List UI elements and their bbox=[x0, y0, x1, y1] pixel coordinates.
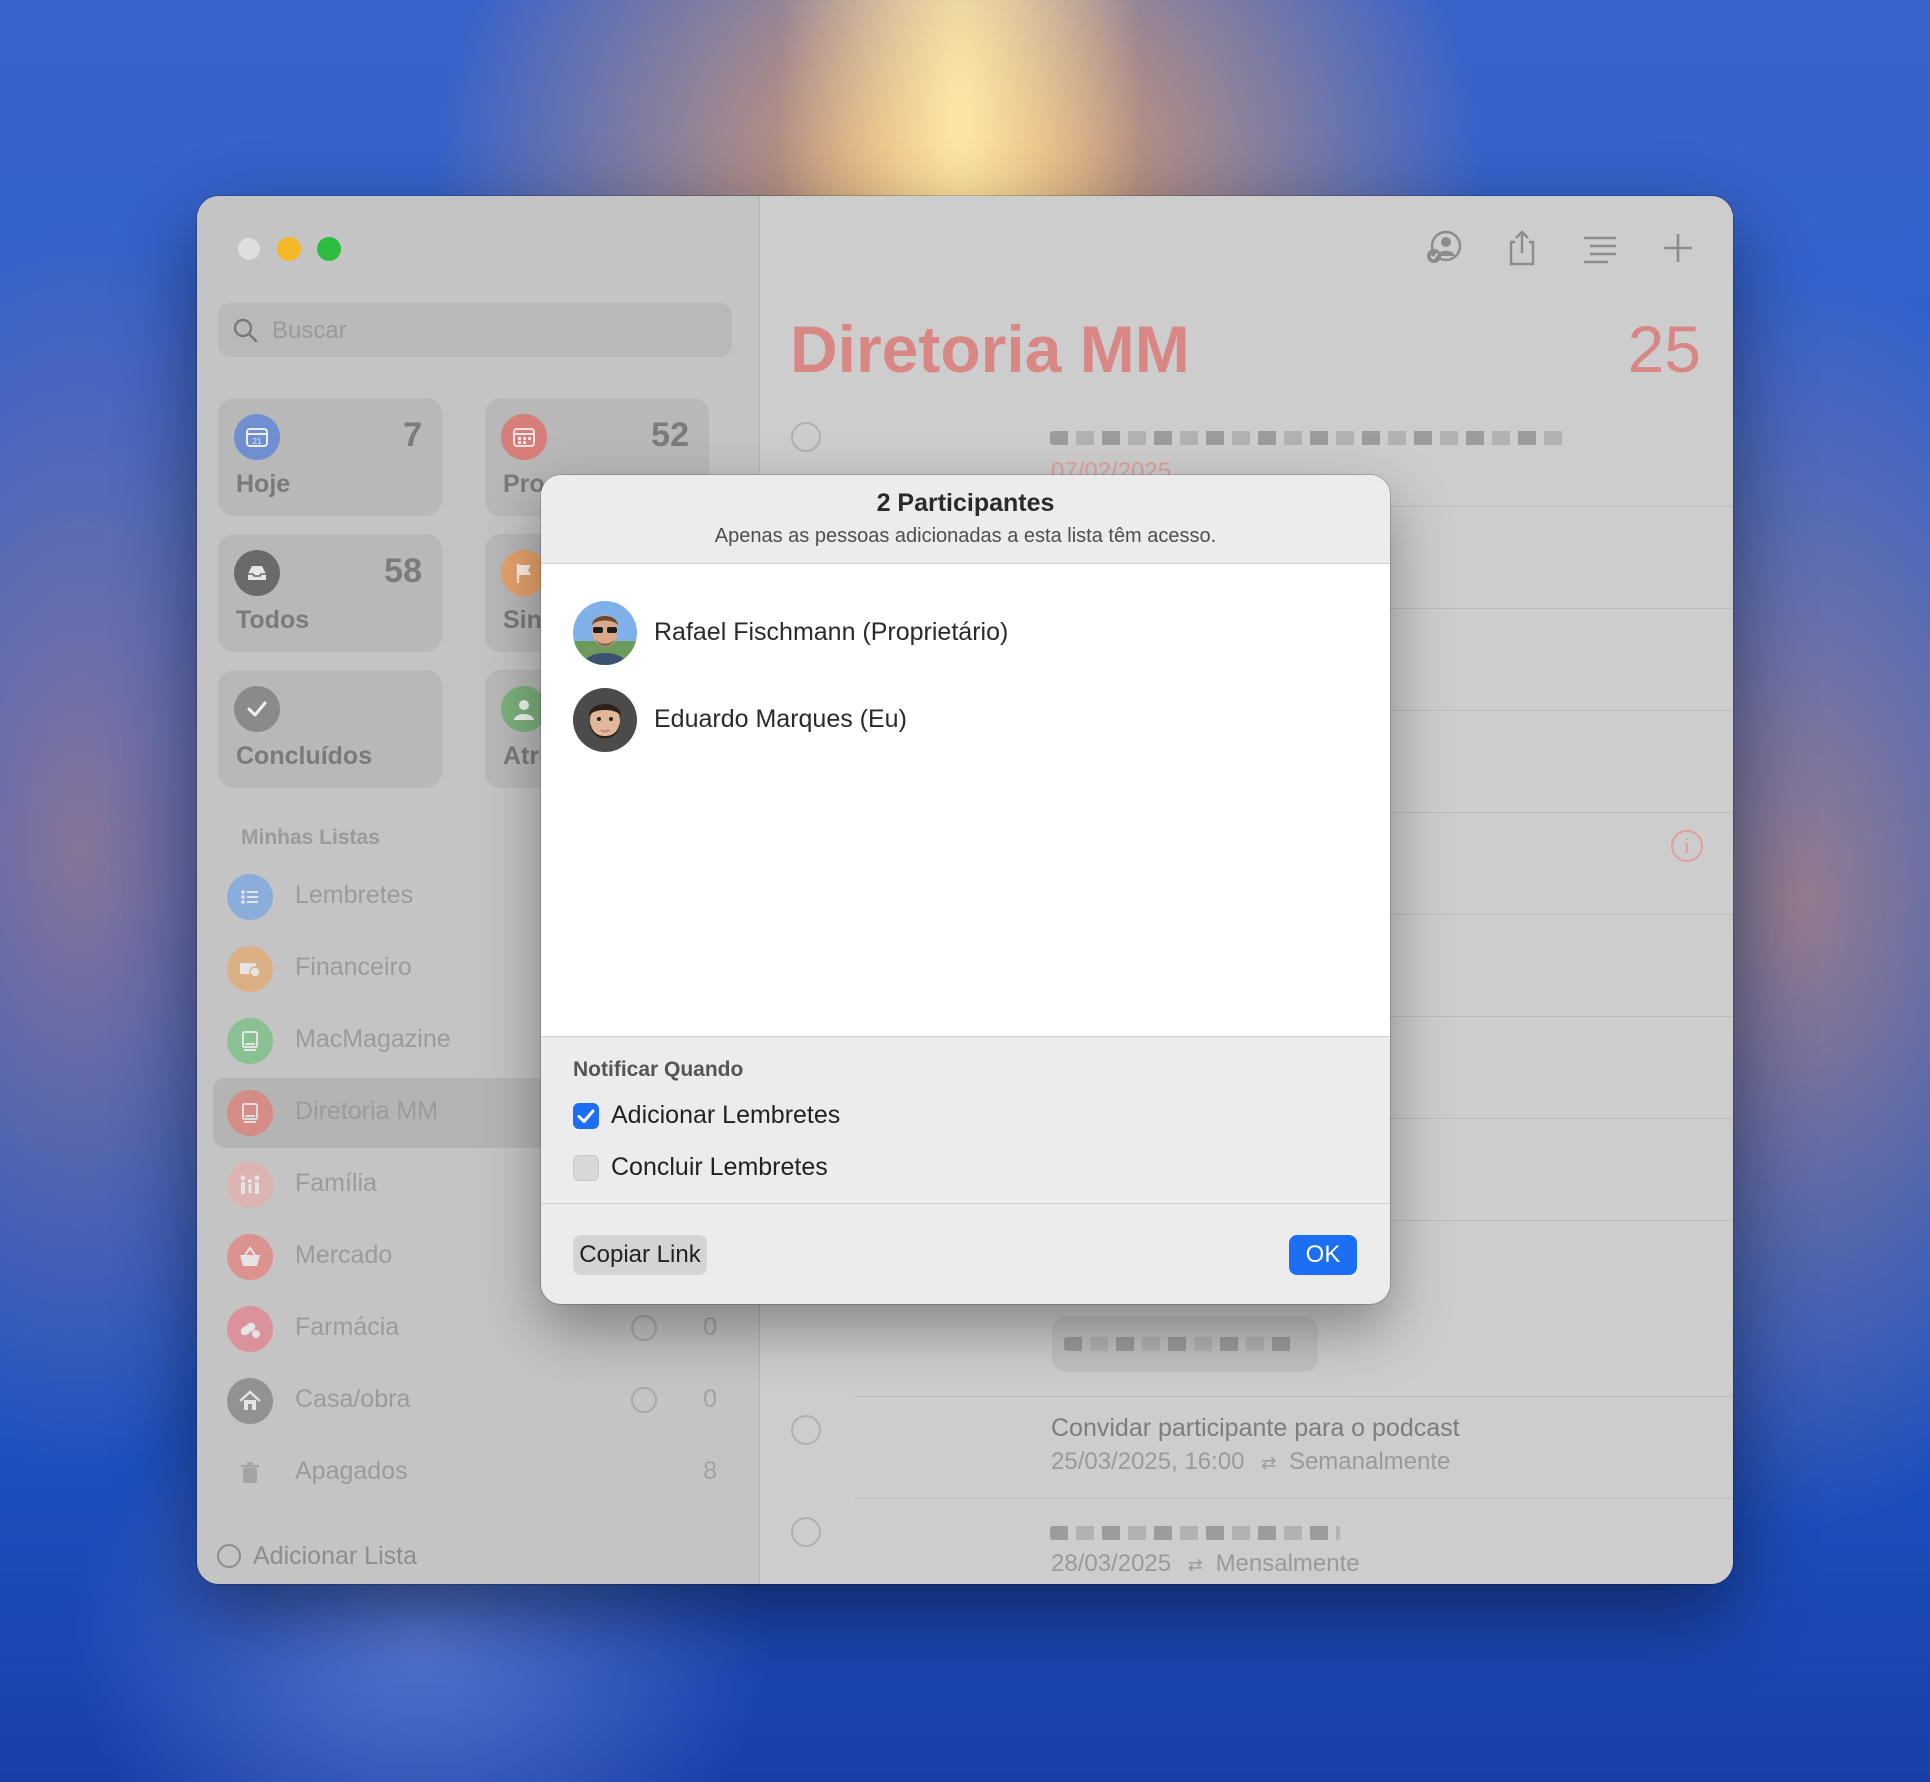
family-icon bbox=[227, 1162, 273, 1208]
view-options-icon[interactable] bbox=[1578, 226, 1622, 270]
list-count: 25 bbox=[1627, 312, 1701, 386]
list-label: Mercado bbox=[295, 1241, 393, 1269]
smart-list-all[interactable]: 58 Todos bbox=[218, 534, 442, 652]
repeat-icon: ⇄ bbox=[1187, 1555, 1203, 1575]
scheduled-label: Pro bbox=[503, 470, 545, 498]
plus-circle-icon bbox=[217, 1544, 241, 1568]
task-subtitle: 28/03/2025 ⇄ Mensalmente bbox=[1051, 1550, 1360, 1578]
smart-list-today[interactable]: 21 7 Hoje bbox=[218, 398, 442, 516]
scheduled-count: 52 bbox=[651, 416, 689, 454]
participant-row[interactable]: Eduardo Marques (Eu) bbox=[573, 688, 1353, 754]
my-lists-section-title: Minhas Listas bbox=[241, 826, 380, 849]
shared-person-icon bbox=[631, 1387, 657, 1413]
row-divider bbox=[855, 1396, 1733, 1397]
add-list-button[interactable]: Adicionar Lista bbox=[217, 1542, 417, 1571]
today-count: 7 bbox=[403, 416, 422, 454]
ok-button[interactable]: OK bbox=[1289, 1235, 1357, 1275]
calendar-icon: 21 bbox=[234, 414, 280, 460]
assigned-label: Atr bbox=[503, 742, 540, 770]
shared-person-icon bbox=[631, 1315, 657, 1341]
flagged-label: Sin bbox=[503, 606, 542, 634]
checkbox-label: Adicionar Lembretes bbox=[611, 1101, 841, 1129]
dialog-title: 2 Participantes bbox=[876, 489, 1055, 517]
participant-row[interactable]: Rafael Fischmann (Proprietário) bbox=[573, 601, 1353, 667]
house-icon bbox=[227, 1378, 273, 1424]
checkmark-icon bbox=[577, 1109, 595, 1123]
sidebar-item-farmacia[interactable]: Farmácia 0 bbox=[213, 1294, 743, 1364]
completed-label: Concluídos bbox=[236, 742, 373, 770]
pills-icon bbox=[227, 1306, 273, 1352]
list-title: Diretoria MM bbox=[790, 312, 1190, 386]
dialog-divider bbox=[541, 1203, 1390, 1204]
list-label: Casa/obra bbox=[295, 1385, 411, 1413]
sidebar-item-apagados[interactable]: Apagados 8 bbox=[213, 1438, 743, 1508]
trash-icon bbox=[227, 1450, 273, 1496]
task-date: 25/03/2025, 16:00 bbox=[1051, 1448, 1245, 1475]
dialog-header: 2 Participantes Apenas as pessoas adicio… bbox=[541, 475, 1390, 564]
search-field[interactable]: Buscar bbox=[218, 303, 732, 357]
row-divider bbox=[855, 1498, 1733, 1499]
task-date: 28/03/2025 bbox=[1051, 1550, 1172, 1577]
desktop-computer-icon bbox=[227, 1090, 273, 1136]
checkbox-unchecked[interactable] bbox=[573, 1155, 599, 1181]
avatar bbox=[573, 688, 637, 752]
tag-chip-redacted bbox=[1052, 1316, 1318, 1372]
today-label: Hoje bbox=[236, 470, 291, 498]
all-count: 58 bbox=[384, 552, 422, 590]
money-icon bbox=[227, 946, 273, 992]
checkbox-label: Concluir Lembretes bbox=[611, 1153, 828, 1181]
task-title-redacted bbox=[1050, 431, 1570, 445]
repeat-icon: ⇄ bbox=[1261, 1453, 1277, 1473]
dialog-subtitle: Apenas as pessoas adicionadas a esta lis… bbox=[714, 525, 1217, 547]
window-close-button[interactable] bbox=[237, 237, 261, 261]
info-icon[interactable]: i bbox=[1671, 830, 1703, 862]
task-repeat: Mensalmente bbox=[1215, 1550, 1360, 1577]
checkbox-checked[interactable] bbox=[573, 1103, 599, 1129]
svg-text:21: 21 bbox=[253, 437, 262, 446]
participant-name: Eduardo Marques (Eu) bbox=[654, 705, 907, 733]
list-label: Família bbox=[295, 1169, 377, 1197]
checkmark-icon bbox=[234, 686, 280, 732]
list-label: Lembretes bbox=[295, 881, 414, 909]
desktop-computer-icon bbox=[227, 1018, 273, 1064]
list-bullets-icon bbox=[227, 874, 273, 920]
search-icon bbox=[233, 318, 258, 343]
avatar bbox=[573, 601, 637, 665]
smart-list-completed[interactable]: Concluídos bbox=[218, 670, 442, 788]
list-label: MacMagazine bbox=[295, 1025, 451, 1053]
notify-section-title: Notificar Quando bbox=[573, 1058, 744, 1081]
list-count: 0 bbox=[703, 1313, 717, 1341]
share-collaborators-icon[interactable] bbox=[1422, 226, 1466, 270]
task-checkbox[interactable] bbox=[791, 1517, 821, 1547]
chip-text-redacted bbox=[1064, 1337, 1294, 1351]
scheduled-calendar-icon bbox=[501, 414, 547, 460]
task-checkbox[interactable] bbox=[791, 1415, 821, 1445]
participants-list: Rafael Fischmann (Proprietário) Eduardo … bbox=[541, 564, 1390, 1037]
search-placeholder: Buscar bbox=[272, 317, 347, 344]
task-subtitle: 25/03/2025, 16:00 ⇄ Semanalmente bbox=[1051, 1448, 1450, 1476]
task-checkbox[interactable] bbox=[791, 422, 821, 452]
list-label: Farmácia bbox=[295, 1313, 400, 1341]
all-label: Todos bbox=[236, 606, 310, 634]
list-label: Apagados bbox=[295, 1457, 408, 1485]
participant-name: Rafael Fischmann (Proprietário) bbox=[654, 618, 1009, 646]
list-label: Financeiro bbox=[295, 953, 412, 981]
list-label: Diretoria MM bbox=[295, 1097, 439, 1125]
share-icon[interactable] bbox=[1500, 226, 1544, 270]
list-count: 8 bbox=[703, 1457, 717, 1485]
list-count: 0 bbox=[703, 1385, 717, 1413]
tray-icon bbox=[234, 550, 280, 596]
add-list-label: Adicionar Lista bbox=[253, 1542, 417, 1570]
add-reminder-icon[interactable] bbox=[1656, 226, 1700, 270]
participants-dialog: 2 Participantes Apenas as pessoas adicio… bbox=[541, 475, 1390, 1304]
basket-icon bbox=[227, 1234, 273, 1280]
sidebar-item-casa-obra[interactable]: Casa/obra 0 bbox=[213, 1366, 743, 1436]
window-minimize-button[interactable] bbox=[277, 237, 301, 261]
task-repeat: Semanalmente bbox=[1288, 1448, 1451, 1475]
copy-link-button[interactable]: Copiar Link bbox=[573, 1235, 707, 1275]
task-title-redacted bbox=[1050, 1526, 1340, 1540]
task-title: Convidar participante para o podcast bbox=[1051, 1414, 1460, 1442]
window-zoom-button[interactable] bbox=[317, 237, 341, 261]
